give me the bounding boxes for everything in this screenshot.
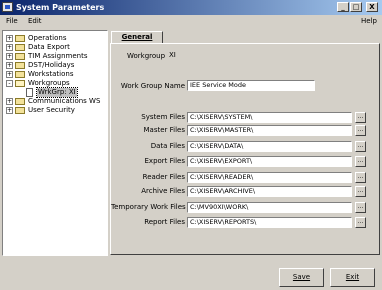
reader-files-browse-button[interactable]: ... <box>355 172 366 183</box>
master-files-browse-button[interactable]: ... <box>355 125 366 136</box>
save-button-label: Save <box>292 273 311 281</box>
menu-file[interactable]: File <box>6 17 18 26</box>
workgroup-name-field[interactable]: IEE Service Mode <box>187 80 315 91</box>
master-files-field[interactable]: C:\XISERV\MASTER\ <box>187 125 352 136</box>
close-button[interactable]: X <box>366 2 378 12</box>
tree-item-label: DST/Holidays <box>28 61 75 69</box>
expand-icon[interactable]: + <box>6 53 13 60</box>
title-bar[interactable]: System Parameters _ □ X <box>0 0 382 15</box>
expand-icon[interactable]: + <box>6 71 13 78</box>
app-icon <box>2 2 13 12</box>
folder-icon <box>15 44 25 51</box>
navigation-tree[interactable]: + Operations + Data Export + TIM Assignm… <box>2 30 108 256</box>
expand-icon[interactable]: + <box>6 98 13 105</box>
minimize-button[interactable]: _ <box>337 2 349 12</box>
folder-icon <box>15 98 25 105</box>
temporary-work-files-browse-button[interactable]: ... <box>355 202 366 213</box>
export-files-browse-button[interactable]: ... <box>355 156 366 167</box>
expand-icon[interactable]: + <box>6 107 13 114</box>
expand-icon[interactable]: + <box>6 35 13 42</box>
workgroup-value: XI <box>169 51 176 59</box>
exit-button[interactable]: Exit <box>330 268 375 287</box>
tree-item-label: Workstations <box>28 70 74 78</box>
expand-icon[interactable]: + <box>6 62 13 69</box>
folder-icon <box>15 62 25 69</box>
temporary-work-files-label: Temporary Work Files <box>111 203 186 211</box>
archive-files-field[interactable]: C:\XISERV\ARCHIVE\ <box>187 186 352 197</box>
exit-button-label: Exit <box>345 273 360 281</box>
tree-item-label: Workgroups <box>28 79 70 87</box>
general-tab-panel: Workgroup XI Work Group Name IEE Service… <box>110 43 380 255</box>
reader-files-label: Reader Files <box>142 173 185 181</box>
folder-icon <box>15 107 25 114</box>
archive-files-label: Archive Files <box>141 187 185 195</box>
expand-icon[interactable]: + <box>6 44 13 51</box>
export-files-label: Export Files <box>144 157 186 165</box>
data-files-browse-button[interactable]: ... <box>355 141 366 152</box>
menu-bar: File Edit Help <box>0 15 382 27</box>
archive-files-browse-button[interactable]: ... <box>355 186 366 197</box>
folder-icon <box>15 35 25 42</box>
menu-edit[interactable]: Edit <box>28 17 42 26</box>
tree-item-label: User Security <box>28 106 75 114</box>
tree-item-label: Operations <box>28 34 67 42</box>
document-icon <box>26 88 33 97</box>
report-files-browse-button[interactable]: ... <box>355 217 366 228</box>
tree-item-label: WrkGrp: XI <box>36 87 78 98</box>
system-files-browse-button[interactable]: ... <box>355 112 366 123</box>
system-parameters-window: System Parameters _ □ X File Edit Help +… <box>0 0 382 290</box>
data-files-label: Data Files <box>150 142 185 150</box>
system-files-field[interactable]: C:\XISERV\SYSTEM\ <box>187 112 352 123</box>
reader-files-field[interactable]: C:\XISERV\READER\ <box>187 172 352 183</box>
folder-icon <box>15 71 25 78</box>
window-title: System Parameters <box>16 3 105 12</box>
master-files-label: Master Files <box>143 126 186 134</box>
data-files-field[interactable]: C:\XISERV\DATA\ <box>187 141 352 152</box>
temporary-work-files-field[interactable]: C:\MV90XI\WORK\ <box>187 202 352 213</box>
save-button[interactable]: Save <box>279 268 324 287</box>
tree-item-label: Communications WS <box>28 97 101 105</box>
workgroup-label: Workgroup <box>127 52 166 60</box>
folder-open-icon <box>15 80 25 87</box>
menu-help[interactable]: Help <box>361 17 377 26</box>
workgroup-name-label: Work Group Name <box>120 82 185 90</box>
tree-item-label: Data Export <box>28 43 70 51</box>
folder-icon <box>15 53 25 60</box>
collapse-icon[interactable]: - <box>6 80 13 87</box>
report-files-field[interactable]: C:\XISERV\REPORTS\ <box>187 217 352 228</box>
export-files-field[interactable]: C:\XISERV\EXPORT\ <box>187 156 352 167</box>
system-files-label: System Files <box>141 113 185 121</box>
tree-item-label: TIM Assignments <box>28 52 88 60</box>
report-files-label: Report Files <box>144 218 185 226</box>
maximize-button[interactable]: □ <box>350 2 362 12</box>
